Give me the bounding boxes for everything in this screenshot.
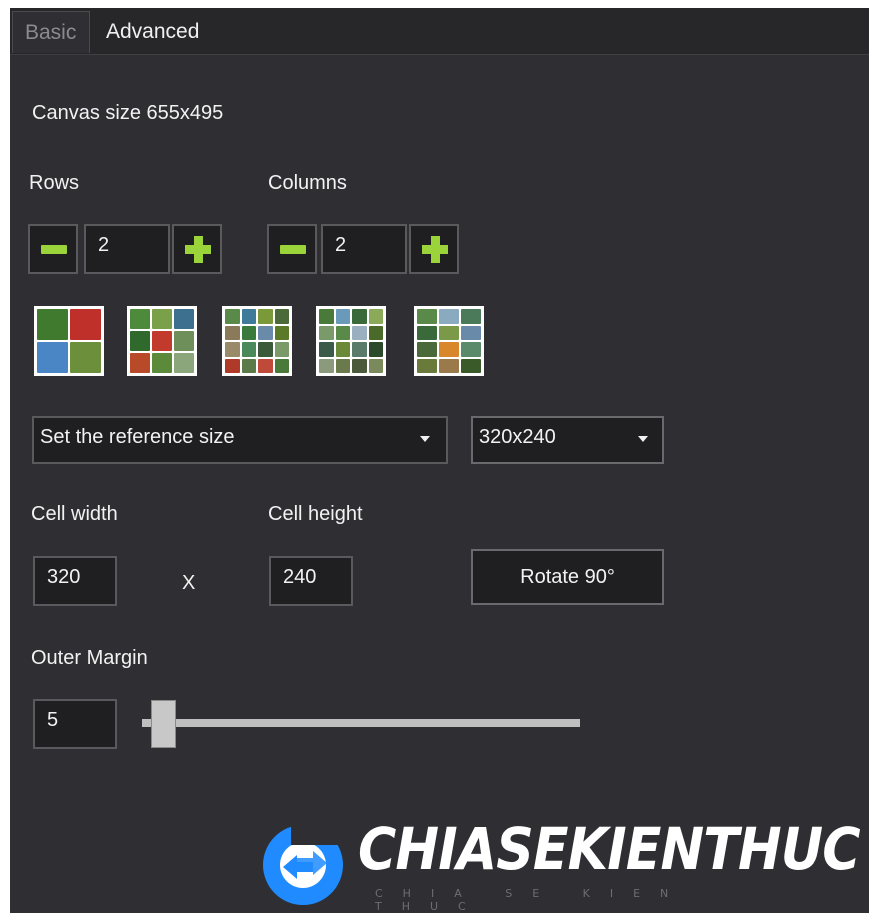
rows-input[interactable]: 2 xyxy=(84,224,170,274)
tab-basic[interactable]: Basic xyxy=(12,11,90,53)
rows-label: Rows xyxy=(29,172,80,194)
chevron-down-icon xyxy=(638,436,648,442)
layout-preset-3x3[interactable] xyxy=(127,306,197,376)
columns-input[interactable]: 2 xyxy=(321,224,407,274)
rows-decrement-button[interactable] xyxy=(28,224,78,274)
cell-height-input[interactable]: 240 xyxy=(269,556,353,606)
reference-size-selected: Set the reference size xyxy=(40,426,235,448)
layout-preset-4x4[interactable] xyxy=(222,306,292,376)
watermark-logo: CHIASEKIENTHUC CHIA SE KIEN THUC xyxy=(255,811,861,916)
layout-preset-mixed[interactable] xyxy=(414,306,484,376)
minus-icon xyxy=(41,245,67,254)
columns-decrement-button[interactable] xyxy=(267,224,317,274)
tab-bar: Basic Advanced xyxy=(10,8,869,55)
canvas-size-label: Canvas size 655x495 xyxy=(32,102,224,124)
rotate-90-button[interactable]: Rotate 90° xyxy=(471,549,664,605)
layout-preset-2x2[interactable] xyxy=(34,306,104,376)
size-preset-dropdown[interactable]: 320x240 xyxy=(471,416,664,464)
layout-preset-4x4-variant[interactable] xyxy=(316,306,386,376)
reference-size-dropdown[interactable]: Set the reference size xyxy=(32,416,448,464)
cell-width-label: Cell width xyxy=(31,503,118,525)
cell-width-input[interactable]: 320 xyxy=(33,556,117,606)
columns-increment-button[interactable] xyxy=(409,224,459,274)
columns-label: Columns xyxy=(268,172,347,194)
size-preset-selected: 320x240 xyxy=(479,426,556,448)
outer-margin-slider[interactable] xyxy=(142,719,580,727)
rows-increment-button[interactable] xyxy=(172,224,222,274)
outer-margin-slider-handle[interactable] xyxy=(151,700,176,748)
outer-margin-label: Outer Margin xyxy=(31,647,148,669)
outer-margin-input[interactable]: 5 xyxy=(33,699,117,749)
cell-height-label: Cell height xyxy=(268,503,363,525)
times-sign: X xyxy=(182,572,196,594)
tab-advanced[interactable]: Advanced xyxy=(94,11,224,53)
watermark-text: CHIASEKIENTHUC xyxy=(358,815,861,883)
watermark-subtext: CHIA SE KIEN THUC xyxy=(375,887,689,913)
logo-icon xyxy=(263,819,351,905)
chevron-down-icon xyxy=(420,436,430,442)
minus-icon xyxy=(280,245,306,254)
collage-settings-panel: Basic Advanced Canvas size 655x495 Rows … xyxy=(10,8,869,913)
